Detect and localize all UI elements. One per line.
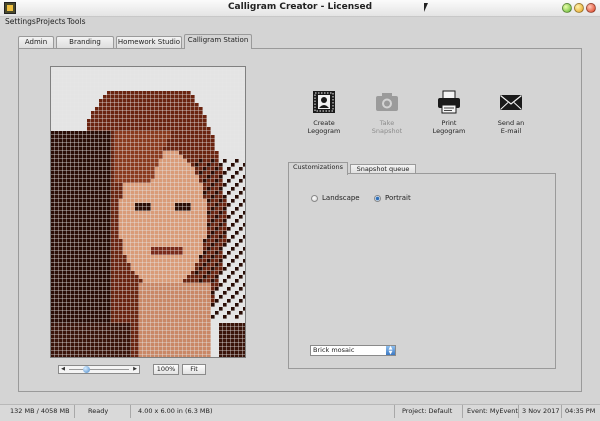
status-divider <box>130 405 131 418</box>
tab-admin[interactable]: Admin <box>18 36 54 48</box>
menu-settings[interactable]: Settings <box>5 17 36 26</box>
portrait-radio[interactable] <box>374 195 381 202</box>
send-email-button[interactable]: Send an E-mail <box>485 90 537 135</box>
status-divider <box>518 405 519 418</box>
take-snapshot-button[interactable]: Take Snapshot <box>361 90 413 135</box>
portrait-label: Portrait <box>385 194 411 202</box>
landscape-label: Landscape <box>322 194 360 202</box>
zoom-out-arrow-icon[interactable]: ◀ <box>59 366 67 373</box>
legogram-preview <box>50 66 246 358</box>
status-divider <box>462 405 463 418</box>
send-email-label: Send an E-mail <box>497 119 525 135</box>
zoom-in-arrow-icon[interactable]: ▶ <box>131 366 139 373</box>
project-status: Project: Default <box>402 407 453 415</box>
zoom-100-button[interactable]: 100% <box>153 364 179 375</box>
zoom-thumb[interactable] <box>83 366 90 373</box>
zoom-track <box>69 369 129 370</box>
mouse-cursor-icon <box>424 3 432 12</box>
create-legogram-button[interactable]: Create Legogram <box>298 90 350 135</box>
minimize-button[interactable] <box>562 3 572 13</box>
tab-homework-studio[interactable]: Homework Studio <box>116 36 182 48</box>
customizations-panel <box>288 173 556 369</box>
menu-tools[interactable]: Tools <box>67 17 85 26</box>
camera-icon <box>375 90 399 114</box>
menu-projects[interactable]: Projects <box>36 17 66 26</box>
status-divider <box>74 405 75 418</box>
create-legogram-label: Create Legogram <box>307 119 341 135</box>
memory-status: 132 MB / 4058 MB <box>10 407 70 415</box>
zoom-slider[interactable]: ◀ ▶ <box>58 365 140 374</box>
maximize-button[interactable] <box>574 3 584 13</box>
menu-bar <box>0 16 600 28</box>
window-title: Calligram Creator - Licensed <box>227 2 373 12</box>
printer-icon <box>437 90 461 114</box>
landscape-radio[interactable] <box>311 195 318 202</box>
status-divider <box>561 405 562 418</box>
tab-branding-studio[interactable]: Branding Studio <box>56 36 114 57</box>
status-divider <box>394 405 395 418</box>
print-legogram-button[interactable]: Print Legogram <box>423 90 475 135</box>
print-size-status: 4.00 x 6.00 in (6.3 MB) <box>138 407 213 415</box>
envelope-icon <box>499 90 523 114</box>
portrait-frame-icon <box>312 90 336 114</box>
date-status: 3 Nov 2017 <box>522 407 560 415</box>
print-legogram-label: Print Legogram <box>432 119 466 135</box>
tab-calligram-station[interactable]: Calligram Station <box>184 34 252 49</box>
tab-customizations[interactable]: Customizations <box>288 162 348 175</box>
mosaic-style-value: Brick mosaic <box>313 346 355 354</box>
fit-button[interactable]: Fit <box>182 364 206 375</box>
select-spinner-icon[interactable]: ▲ ▼ <box>386 346 395 355</box>
event-status: Event: MyEvent <box>467 407 518 415</box>
take-snapshot-label: Take Snapshot <box>371 119 403 135</box>
mosaic-style-select[interactable]: Brick mosaic ▲ ▼ <box>310 345 396 356</box>
time-status: 04:35 PM <box>565 407 596 415</box>
close-window-button[interactable] <box>586 3 596 13</box>
app-state: Ready <box>88 407 109 415</box>
brick-mosaic-portrait-image <box>51 67 245 357</box>
